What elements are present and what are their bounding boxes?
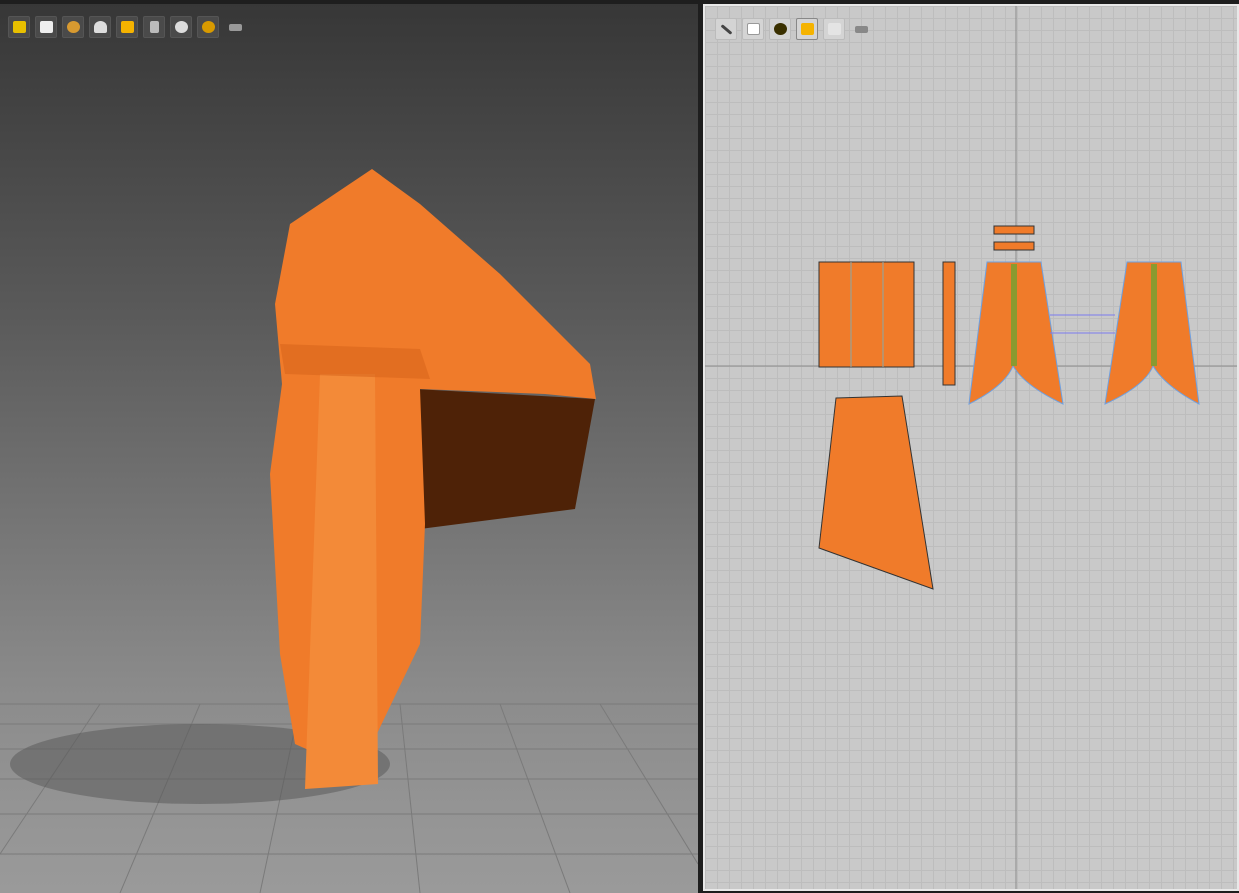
garment-display-icon[interactable] — [35, 16, 57, 38]
pattern-canvas — [705, 6, 1237, 889]
pattern-piece-strip — [942, 261, 956, 386]
garment-visibility-icon[interactable] — [742, 18, 764, 40]
avatar-display-icon[interactable] — [8, 16, 30, 38]
export-icon[interactable] — [224, 16, 246, 38]
cape-inner — [415, 389, 595, 529]
3d-scene — [0, 169, 698, 893]
lock-garment-icon[interactable] — [823, 18, 845, 40]
export-icon[interactable] — [850, 18, 872, 40]
texture-display-icon[interactable] — [62, 16, 84, 38]
3d-viewport[interactable] — [0, 4, 698, 893]
avatar-pose-icon[interactable] — [89, 16, 111, 38]
fabric-render-icon[interactable] — [116, 16, 138, 38]
3d-toolbar — [8, 16, 246, 38]
pattern-piece-skirt — [818, 395, 934, 590]
pen-visibility-icon[interactable] — [715, 18, 737, 40]
pattern-piece-band1 — [993, 225, 1035, 235]
globe-render-icon[interactable] — [197, 16, 219, 38]
2d-toolbar — [715, 18, 872, 40]
pattern-piece-front — [818, 261, 915, 368]
fabric-display-icon[interactable] — [796, 18, 818, 40]
pattern-piece-band2 — [993, 241, 1035, 251]
info-icon[interactable] — [769, 18, 791, 40]
pin-icon[interactable] — [143, 16, 165, 38]
avatar-visibility-icon[interactable] — [170, 16, 192, 38]
2d-pattern-window[interactable] — [703, 4, 1239, 891]
